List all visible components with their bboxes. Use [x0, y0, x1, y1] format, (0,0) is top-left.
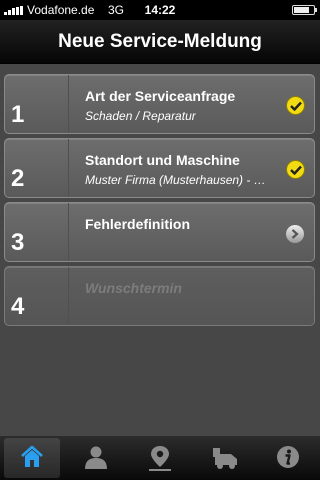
step-wunschtermin: 4 Wunschtermin [4, 266, 315, 326]
status-bar: Vodafone.de 3G 14:22 [0, 0, 320, 20]
step-number-box: 3 [5, 203, 69, 261]
home-icon [21, 445, 43, 467]
battery-icon [292, 5, 317, 15]
page-title: Neue Service-Meldung [58, 31, 262, 52]
location-pin-icon [149, 446, 171, 471]
step-title: Standort und Maschine [85, 152, 240, 168]
chevron-right-icon [286, 225, 304, 243]
machine-icon [213, 448, 237, 469]
tab-info[interactable] [260, 438, 316, 478]
step-title: Fehlerdefinition [85, 216, 190, 232]
checkmark-icon [286, 160, 305, 179]
step-fehlerdefinition[interactable]: 3 Fehlerdefinition [4, 202, 315, 262]
step-number: 3 [11, 229, 25, 256]
checkmark-icon [286, 96, 305, 115]
status-time: 14:22 [144, 3, 176, 17]
nav-bar: Neue Service-Meldung [0, 20, 320, 64]
step-number-box: 4 [5, 267, 69, 325]
info-icon [277, 446, 299, 468]
steps-list: 1 Art der Serviceanfrage Schaden / Repar… [0, 64, 320, 436]
step-art-der-serviceanfrage[interactable]: 1 Art der Serviceanfrage Schaden / Repar… [4, 74, 315, 134]
step-subtitle: Muster Firma (Musterhausen) - … [85, 173, 266, 187]
step-title: Art der Serviceanfrage [85, 88, 236, 104]
step-subtitle: Schaden / Reparatur [85, 109, 196, 123]
step-title: Wunschtermin [85, 280, 182, 296]
person-icon [85, 446, 107, 469]
tab-machine[interactable] [196, 438, 252, 478]
step-number: 2 [11, 165, 25, 192]
tab-bar [0, 436, 320, 480]
tab-home[interactable] [4, 438, 60, 478]
step-number-box: 1 [5, 75, 69, 133]
step-number: 1 [11, 101, 25, 128]
step-number-box: 2 [5, 139, 69, 197]
tab-contact[interactable] [68, 438, 124, 478]
step-standort-und-maschine[interactable]: 2 Standort und Maschine Muster Firma (Mu… [4, 138, 315, 198]
step-number: 4 [11, 293, 25, 320]
tab-location[interactable] [132, 438, 188, 478]
